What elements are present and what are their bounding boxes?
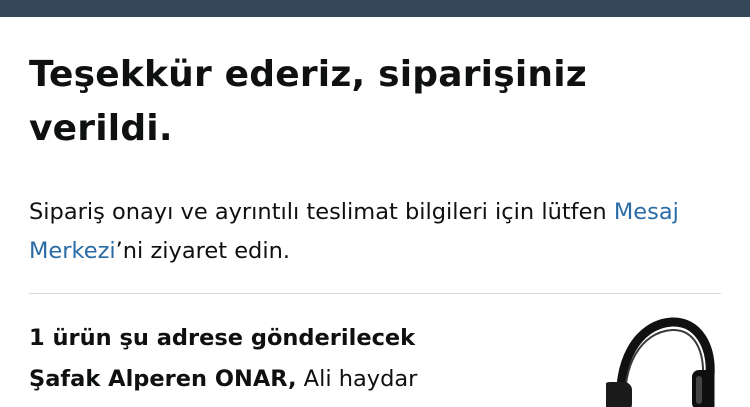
section-divider bbox=[29, 293, 721, 294]
headphones-icon bbox=[606, 317, 715, 407]
product-thumbnail[interactable] bbox=[606, 316, 716, 407]
shipping-address: Ali haydar bbox=[296, 366, 418, 392]
message-text-end: ’ni ziyaret edin. bbox=[115, 238, 290, 264]
shipping-summary: 1 ürün şu adrese gönderilecek Şafak Alper… bbox=[29, 318, 589, 400]
confirmation-message: Sipariş onayı ve ayrıntılı teslimat bilg… bbox=[29, 193, 729, 271]
message-text: Sipariş onayı ve ayrıntılı teslimat bilg… bbox=[29, 199, 614, 225]
recipient-name: Şafak Alperen ONAR, bbox=[29, 366, 297, 392]
top-nav-bar bbox=[0, 0, 750, 17]
page-title: Teşekkür ederiz, siparişiniz verildi. bbox=[29, 54, 587, 149]
shipping-heading: 1 ürün şu adrese gönderilecek bbox=[29, 325, 416, 351]
